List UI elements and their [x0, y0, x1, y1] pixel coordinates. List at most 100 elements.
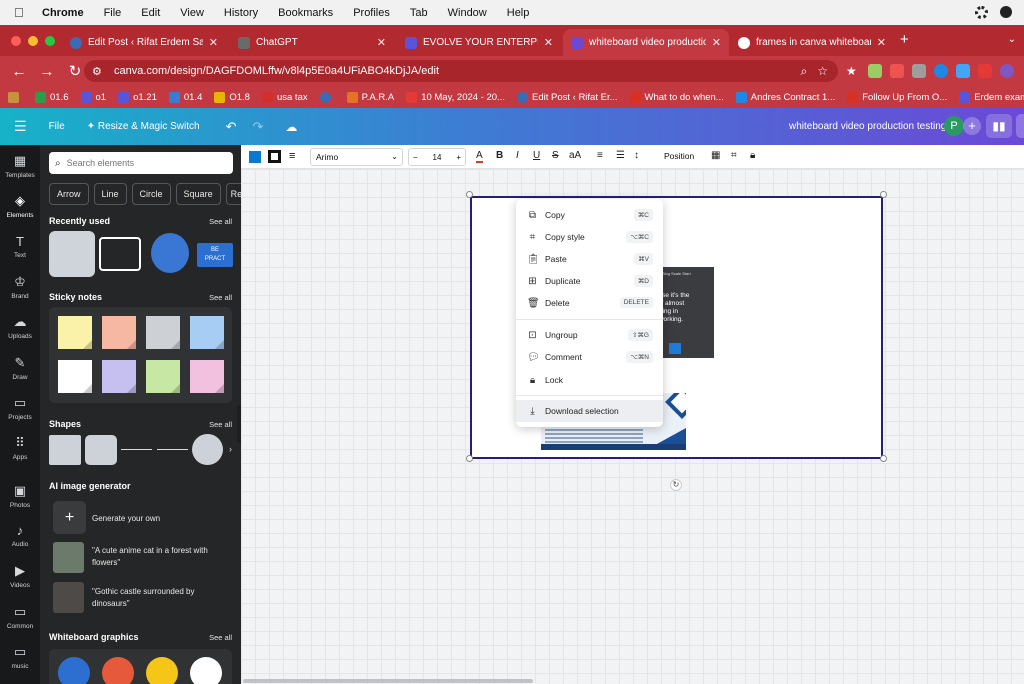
close-tab-icon[interactable]: ✕ — [877, 36, 886, 49]
rail-uploads[interactable]: ☁ Uploads — [0, 314, 40, 340]
shape-arrow-line[interactable] — [157, 449, 188, 450]
eyes-icon[interactable] — [190, 657, 222, 684]
menu-tab[interactable]: Tab — [410, 7, 428, 19]
bookmark-item[interactable]: o1 — [80, 91, 106, 103]
bookmark-item[interactable]: 01.4 — [168, 91, 202, 103]
search-elements-field[interactable]: ⌕ — [49, 152, 233, 174]
chip-rectangle[interactable]: Rec — [225, 183, 241, 205]
underline-icon[interactable]: U — [533, 150, 540, 161]
transparency-icon[interactable]: ▦ — [711, 150, 720, 161]
extension-purple-icon[interactable] — [1000, 64, 1014, 78]
menu-item-ungroup[interactable]: ⊡ Ungroup ⇧⌘G — [516, 324, 663, 346]
reload-button[interactable]: ↻ — [66, 62, 84, 80]
sticky-note-blue[interactable] — [190, 316, 224, 349]
menu-app-name[interactable]: Chrome — [42, 7, 84, 19]
sticky-note-pink[interactable] — [190, 360, 224, 393]
border-color-swatch[interactable] — [268, 150, 281, 163]
forward-button[interactable]: → — [38, 63, 56, 80]
bookmark-item[interactable]: Follow Up From O... — [847, 91, 947, 103]
back-button[interactable]: ← — [10, 63, 28, 80]
strikethrough-icon[interactable]: S — [552, 150, 559, 161]
ai-sample-castle-prompt[interactable]: "Gothic castle surrounded by dinosaurs" — [92, 586, 232, 610]
control-center-icon[interactable] — [1000, 6, 1012, 18]
menu-profiles[interactable]: Profiles — [353, 7, 390, 19]
rail-projects[interactable]: ▭ Projects — [0, 395, 40, 421]
bookmark-item[interactable]: Erdem exam fail st... — [959, 91, 1024, 103]
extension-puzzle-icon[interactable] — [912, 64, 926, 78]
position-button[interactable]: Position — [664, 151, 694, 161]
rail-templates[interactable]: ▦ Templates — [0, 153, 40, 179]
recent-upload-laptop-graphic[interactable] — [99, 237, 141, 271]
bookmark-star-icon[interactable]: ☆ — [817, 64, 828, 78]
hamburger-menu-icon[interactable]: ☰ — [14, 118, 27, 135]
resize-magic-switch-button[interactable]: ✦ Resize & Magic Switch — [87, 121, 200, 132]
menu-file[interactable]: File — [104, 7, 122, 19]
italic-icon[interactable]: I — [516, 150, 519, 161]
x-badge-icon[interactable] — [102, 657, 134, 684]
ai-sample-cat-prompt[interactable]: "A cute anime cat in a forest with flowe… — [92, 545, 232, 569]
address-bar[interactable]: ⚙ canva.com/design/DAGFDOMLffw/v8l4p5E0a… — [84, 60, 838, 82]
close-tab-icon[interactable]: ✕ — [377, 36, 386, 49]
thumbs-up-icon[interactable] — [146, 657, 178, 684]
text-color-icon[interactable]: A — [476, 150, 483, 163]
avatar[interactable]: P — [944, 116, 964, 136]
menu-window[interactable]: Window — [448, 7, 487, 19]
menu-item-delete[interactable]: 🗑︎ Delete DELETE — [516, 292, 663, 314]
rail-brand[interactable]: ♔ Brand — [0, 274, 40, 300]
tab-chatgpt[interactable]: ChatGPT ✕ — [230, 29, 394, 56]
shape-rounded-square[interactable] — [85, 435, 117, 465]
close-tab-icon[interactable]: ✕ — [209, 36, 218, 49]
site-info-icon[interactable]: ⚙ — [92, 65, 106, 78]
bookmark-item[interactable]: 10 May, 2024 - 20... — [406, 91, 505, 103]
tab-search-icon[interactable]: ⌄ — [1008, 34, 1016, 45]
increase-font-size-button[interactable]: + — [456, 153, 461, 162]
chip-square[interactable]: Square — [175, 183, 221, 205]
apple-icon[interactable]:  — [14, 5, 28, 20]
menu-bookmarks[interactable]: Bookmarks — [278, 7, 333, 19]
new-tab-button[interactable]: + — [900, 31, 909, 48]
shapes-scroll-right-icon[interactable]: › — [229, 444, 232, 454]
chip-arrow[interactable]: Arrow — [49, 183, 89, 205]
menu-view[interactable]: View — [180, 7, 204, 19]
menu-history[interactable]: History — [224, 7, 258, 19]
chip-line[interactable]: Line — [93, 183, 127, 205]
redo-icon[interactable]: ↷ — [252, 119, 263, 135]
resize-handle-top-right[interactable] — [880, 191, 887, 198]
generate-your-own-label[interactable]: Generate your own — [92, 513, 232, 525]
bookmark-item[interactable]: o1.21 — [118, 91, 157, 103]
font-size-stepper[interactable]: − 14 + — [408, 148, 466, 166]
cloud-save-icon[interactable]: ☁ — [285, 120, 297, 134]
recent-shape-square[interactable] — [49, 231, 95, 277]
bookmark-item[interactable]: 01.6 — [35, 91, 69, 103]
ai-sample-castle-image[interactable] — [53, 582, 84, 613]
rail-apps[interactable]: ⠿ Apps — [0, 435, 40, 461]
system-settings-icon[interactable] — [975, 6, 988, 19]
tab-whiteboard-video[interactable]: whiteboard video production ✕ — [563, 29, 729, 56]
sticky-note-salmon[interactable] — [102, 316, 136, 349]
decrease-font-size-button[interactable]: − — [413, 153, 418, 162]
bold-icon[interactable]: B — [496, 150, 503, 161]
close-window-button[interactable] — [11, 36, 21, 46]
menu-item-copy[interactable]: ⧉ Copy ⌘C — [516, 204, 663, 226]
text-align-icon[interactable]: ≡ — [597, 150, 603, 161]
font-family-select[interactable]: Arimo ⌄ — [310, 148, 403, 166]
zoom-window-button[interactable] — [45, 36, 55, 46]
letter-case-icon[interactable]: aA — [569, 150, 581, 161]
file-menu-button[interactable]: File — [49, 121, 65, 132]
menu-item-download-selection[interactable]: ⤓ Download selection — [516, 400, 663, 422]
spacing-icon[interactable]: ↕ — [634, 150, 639, 161]
sticky-notes-see-all[interactable]: See all — [209, 293, 232, 302]
shape-square[interactable] — [49, 435, 81, 465]
font-size-value[interactable]: 14 — [433, 153, 442, 162]
tab-frames-in-canva[interactable]: frames in canva whiteboard - ✕ — [730, 29, 894, 56]
recently-used-see-all[interactable]: See all — [209, 217, 232, 226]
fill-color-swatch[interactable] — [249, 151, 261, 163]
close-tab-icon[interactable]: ✕ — [544, 36, 553, 49]
minimize-window-button[interactable] — [28, 36, 38, 46]
chip-circle[interactable]: Circle — [131, 183, 171, 205]
extension-green-icon[interactable] — [868, 64, 882, 78]
rail-audio[interactable]: ♪ Audio — [0, 523, 40, 548]
menu-item-lock[interactable]: 🔒︎ Lock — [516, 369, 663, 391]
shape-circle[interactable] — [192, 434, 223, 465]
bookmark-item[interactable] — [8, 91, 23, 103]
